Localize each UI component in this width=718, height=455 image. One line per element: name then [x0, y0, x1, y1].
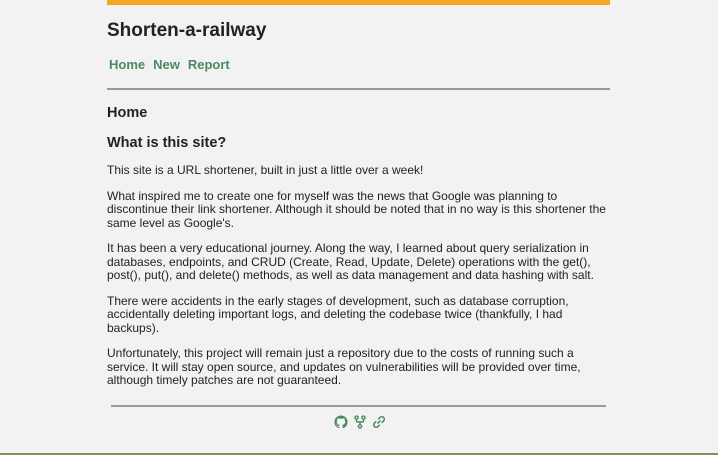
content-container: Shorten-a-railway Home New Report Home W… [107, 0, 610, 388]
section-heading: What is this site? [107, 135, 227, 151]
nav-link-home[interactable]: Home [109, 57, 145, 73]
footer-divider [111, 405, 606, 407]
paragraph-inspiration: What inspired me to create one for mysel… [107, 188, 606, 230]
site-title: Shorten-a-railway [107, 20, 267, 41]
body-text: This site is a URL shortener, built in j… [107, 163, 610, 388]
paragraph-journey: It has been a very educational journey. … [107, 241, 594, 282]
accent-bar [107, 0, 610, 5]
link-icon[interactable] [372, 415, 386, 429]
header-divider [107, 88, 610, 90]
page: Shorten-a-railway Home New Report Home W… [0, 0, 718, 455]
nav-link-report[interactable]: Report [188, 57, 230, 73]
nav-link-new[interactable]: New [153, 57, 180, 73]
main-nav: Home New Report [107, 57, 610, 73]
paragraph-conclusion: Unfortunately, this project will remain … [107, 346, 581, 387]
fork-icon[interactable] [353, 415, 367, 429]
github-icon[interactable] [333, 415, 348, 429]
page-heading: Home [107, 105, 148, 121]
footer-icon-row [111, 415, 606, 429]
paragraph-accidents: There were accidents in the early stages… [107, 293, 569, 335]
paragraph-intro: This site is a URL shortener, built in j… [107, 163, 424, 177]
footer [111, 405, 606, 429]
